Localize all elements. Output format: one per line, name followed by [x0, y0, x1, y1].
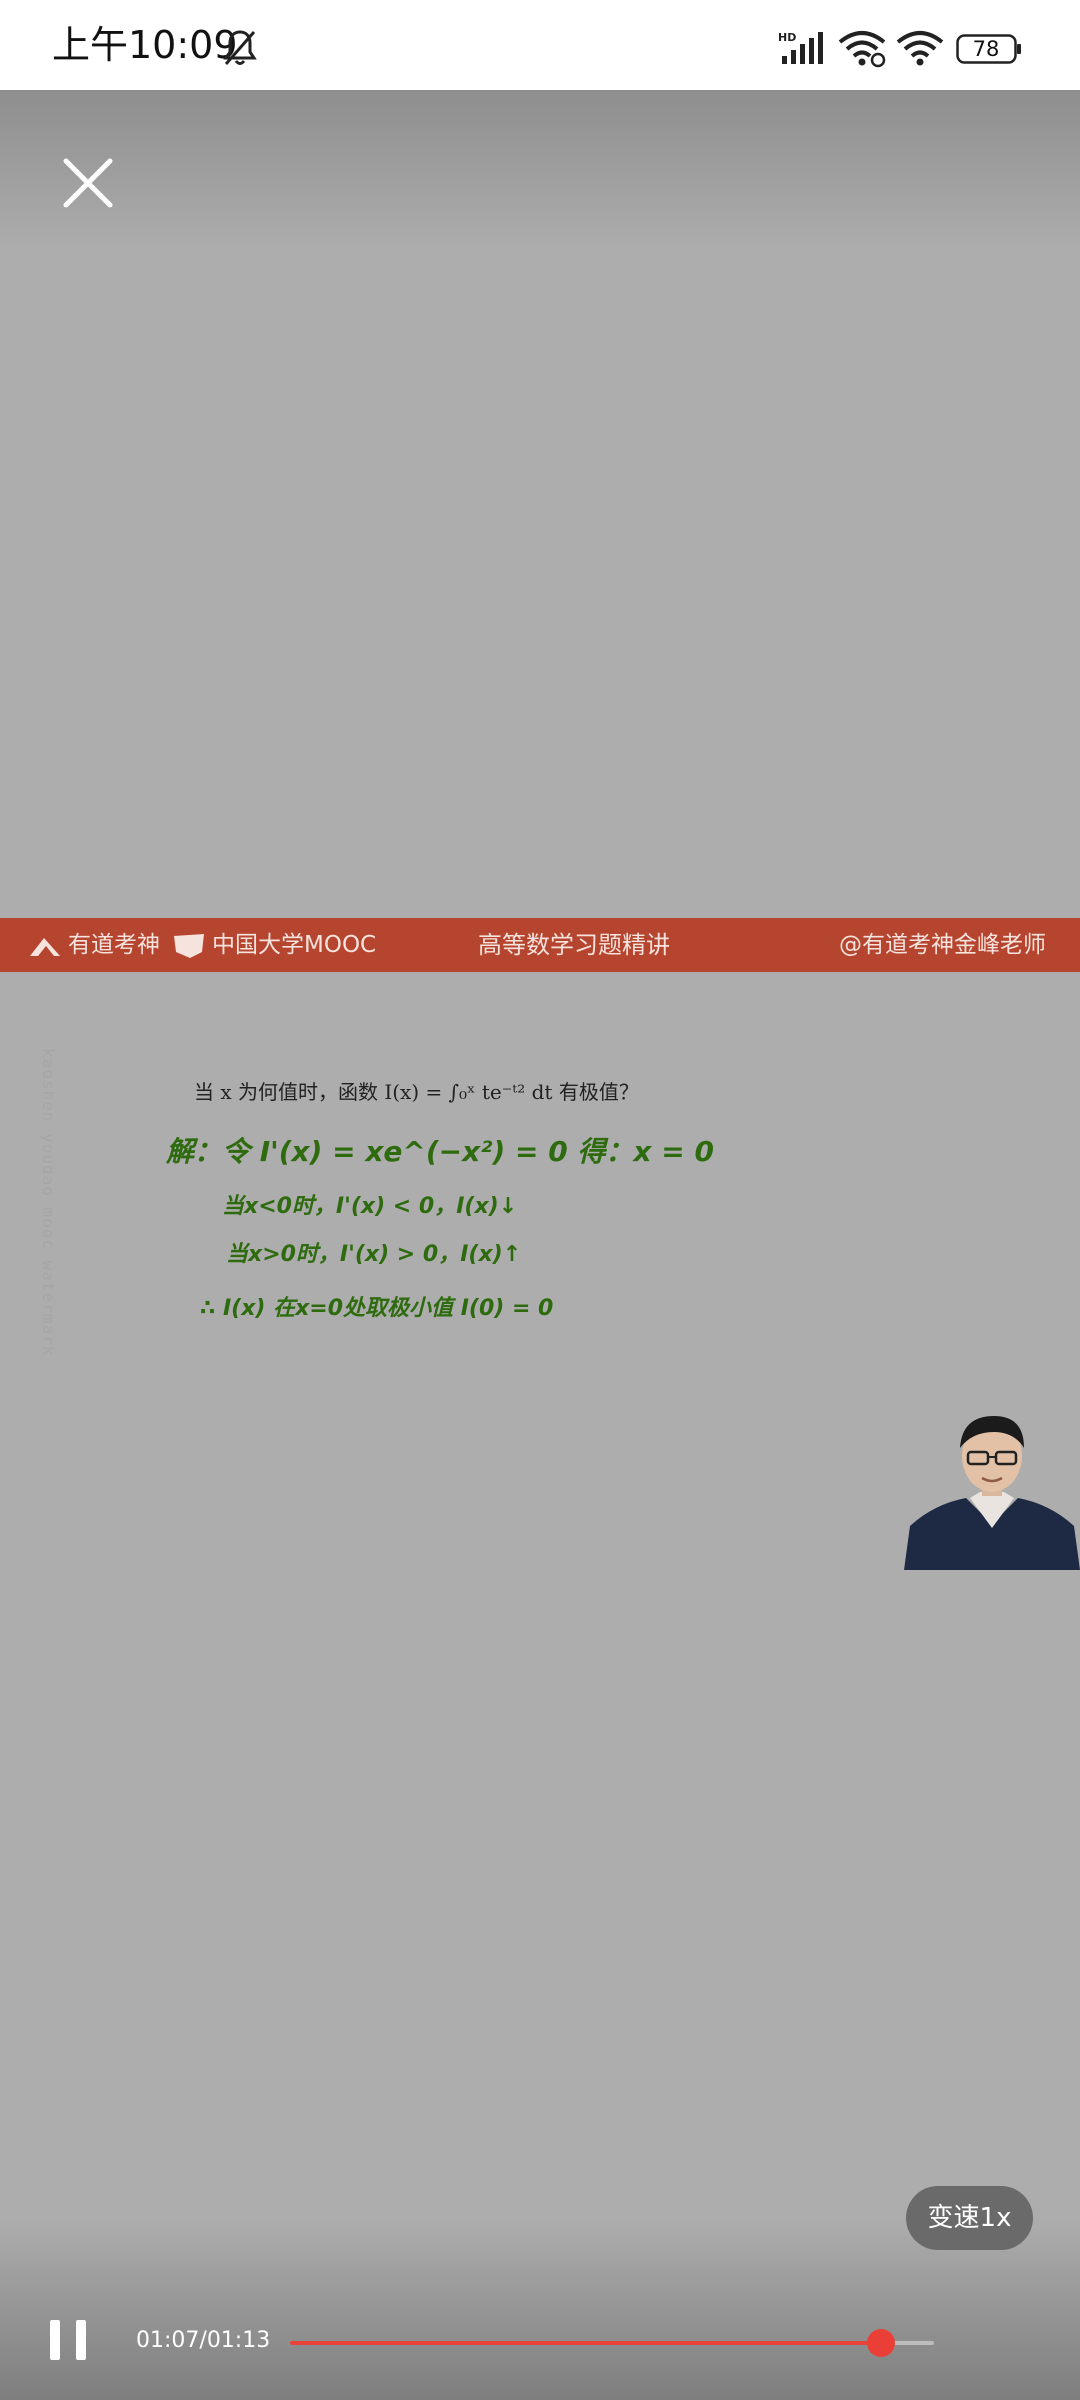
teacher-tag: @有道考神金峰老师 — [839, 932, 1046, 958]
status-time: 上午10:09 — [52, 23, 238, 67]
video-watermark: kaoshen youdao mooc watermark — [39, 1048, 58, 1357]
battery-level: 78 — [972, 37, 1000, 61]
status-bar: 上午10:09 HD 78 — [0, 0, 1080, 90]
hd-signal-icon: HD — [778, 31, 823, 64]
top-shade — [0, 90, 1080, 250]
progress-bar[interactable] — [290, 2329, 934, 2357]
youdao-logo-icon — [30, 938, 60, 956]
progress-fill — [290, 2341, 882, 2345]
close-icon[interactable] — [60, 155, 116, 211]
solution-line: ∴ I(x) 在x=0处取极小值 I(0) = 0 — [200, 1296, 554, 1321]
bottom-shade — [0, 2220, 1080, 2400]
solution-line: 当x>0时，I'(x) > 0，I(x)↑ — [226, 1242, 522, 1267]
playback-speed-button[interactable]: 变速1x — [906, 2186, 1033, 2250]
wifi-icon — [838, 31, 886, 68]
solution-line: 解：令 I'(x) = xe^(−x²) = 0 得：x = 0 — [166, 1135, 714, 1168]
video-frame[interactable]: 有道考神 中国大学MOOC 高等数学习题精讲 @有道考神金峰老师 kaoshen… — [0, 918, 1080, 1570]
teacher-avatar — [904, 1416, 1080, 1570]
bell-off-icon — [223, 30, 257, 65]
question-text: 当 x 为何值时，函数 I(x) = ∫₀ˣ te⁻ᵗ² dt 有极值？ — [194, 1080, 639, 1104]
time-readout: 01:07/01:13 — [136, 2328, 271, 2353]
course-title: 高等数学习题精讲 — [478, 931, 670, 959]
svg-text:HD: HD — [778, 31, 796, 44]
brand-youdao: 有道考神 — [68, 932, 160, 958]
solution-line: 当x<0时，I'(x) < 0，I(x)↓ — [222, 1194, 518, 1219]
brand-mooc: 中国大学MOOC — [212, 932, 377, 958]
progress-thumb[interactable] — [867, 2329, 896, 2357]
wifi-icon — [896, 31, 944, 66]
pause-icon[interactable] — [48, 2318, 88, 2362]
mooc-logo-icon — [174, 934, 204, 958]
video-banner: 有道考神 中国大学MOOC 高等数学习题精讲 @有道考神金峰老师 — [0, 918, 1080, 972]
